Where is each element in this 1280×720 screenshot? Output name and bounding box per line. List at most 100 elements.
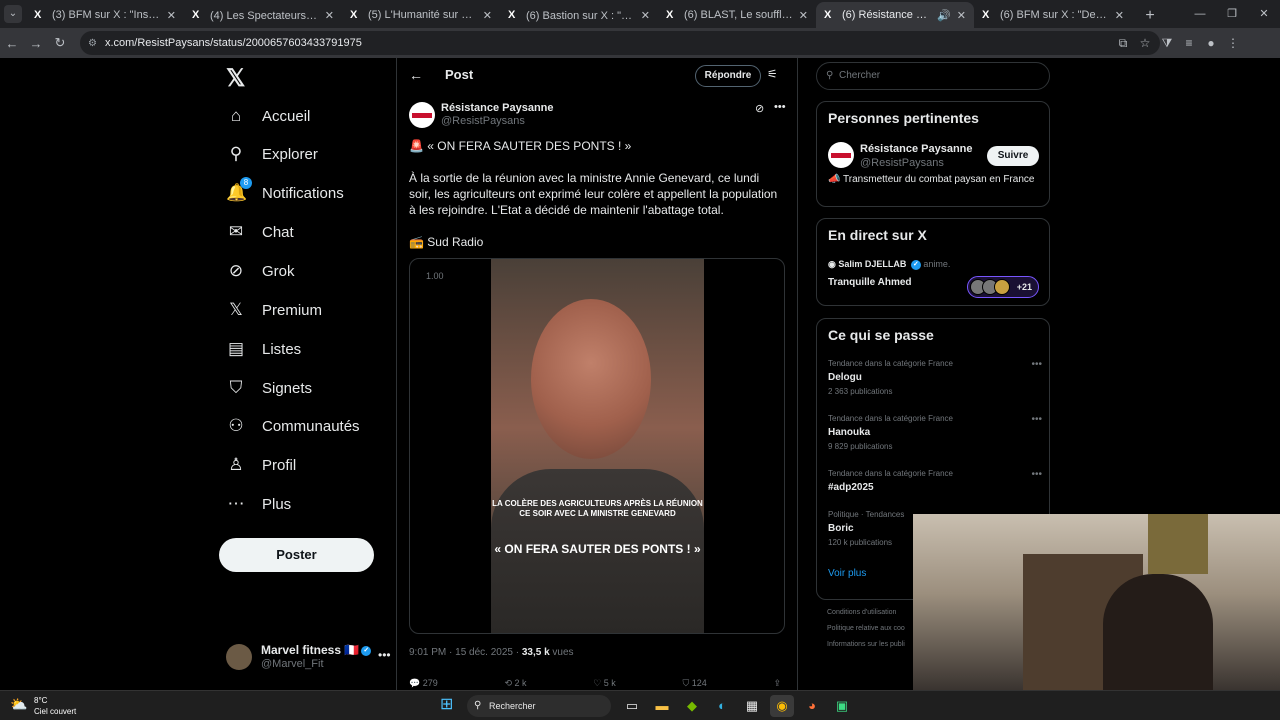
- nav-item-bookmarks[interactable]: ⛉ Signets: [226, 370, 312, 406]
- video-player[interactable]: 1.00 LA COLÈRE DES AGRICULTEURS APRÈS LA…: [409, 258, 785, 634]
- post-button[interactable]: Poster: [219, 538, 374, 572]
- restore-icon[interactable]: ❐: [1216, 0, 1248, 28]
- bookmark-star-icon[interactable]: ☆: [1134, 36, 1156, 50]
- nav-item-explore[interactable]: ⚲ Explorer: [226, 136, 318, 172]
- window-controls: — ❐ ✕: [1184, 0, 1280, 28]
- close-window-icon[interactable]: ✕: [1248, 0, 1280, 28]
- bookmark-action[interactable]: ⛉ 124: [682, 678, 706, 689]
- footer-link[interactable]: Politique relative aux coo: [827, 621, 905, 637]
- tab-title: (4) Les Spectateurs sur X : "🔴: [210, 9, 319, 22]
- trend-more-icon[interactable]: •••: [1031, 414, 1042, 425]
- reading-list-icon[interactable]: ≡: [1178, 36, 1200, 50]
- search-input[interactable]: ⚲ Chercher: [816, 62, 1050, 90]
- taskbar-search[interactable]: ⚲ Rechercher: [467, 695, 611, 717]
- trend-more-icon[interactable]: •••: [1031, 469, 1042, 480]
- browser-tab[interactable]: X (5) L'Humanité sur X : ""Parler c ✕: [342, 2, 500, 28]
- back-arrow-icon[interactable]: ←: [409, 67, 423, 83]
- avatar[interactable]: [828, 142, 854, 168]
- chrome-icon[interactable]: ◉: [770, 695, 794, 717]
- site-info-icon[interactable]: ⚙: [88, 38, 97, 49]
- firefox-icon[interactable]: ◕: [800, 695, 824, 717]
- minimize-icon[interactable]: —: [1184, 0, 1216, 28]
- nav-item-lists[interactable]: ▤ Listes: [226, 331, 301, 367]
- nav-item-home[interactable]: ⌂ Accueil: [226, 98, 311, 134]
- repost-action[interactable]: ⟲ 2 k: [504, 678, 526, 689]
- author-handle[interactable]: @ResistPaysans: [441, 115, 525, 127]
- install-icon[interactable]: ⧉: [1112, 36, 1134, 51]
- reply-button[interactable]: Répondre: [695, 65, 761, 87]
- nav-item-grok[interactable]: ⊘ Grok: [226, 253, 295, 289]
- footer-link[interactable]: Conditions d'utilisation: [827, 605, 905, 621]
- browser-tab[interactable]: X (6) Bastion sur X : "🔴 🚜 re A ✕: [500, 2, 658, 28]
- browser-tab[interactable]: X (4) Les Spectateurs sur X : "🔴 ✕: [184, 2, 342, 28]
- close-tab-icon[interactable]: ✕: [799, 9, 808, 22]
- close-tab-icon[interactable]: ✕: [325, 9, 334, 22]
- post-timestamp[interactable]: 9:01 PM · 15 déc. 2025 ·: [409, 647, 522, 658]
- video-caption-big: « ON FERA SAUTER DES PONTS ! »: [494, 542, 701, 556]
- nav-item-more[interactable]: ⋯ Plus: [226, 486, 292, 522]
- author-avatar[interactable]: [409, 102, 435, 128]
- windows-start-icon[interactable]: ⊞: [440, 696, 458, 714]
- trend-item[interactable]: Tendance dans la catégorie France #adp202…: [828, 469, 1042, 497]
- nav-item-notifications[interactable]: 🔔 8 Notifications: [226, 175, 344, 211]
- close-tab-icon[interactable]: ✕: [167, 9, 176, 22]
- forward-icon[interactable]: →: [24, 36, 48, 51]
- trend-item[interactable]: Tendance dans la catégorie France Hanouka…: [828, 414, 1042, 451]
- browser-tab[interactable]: X (6) BFM sur X : "Dermatose nod ✕: [974, 2, 1132, 28]
- task-view-icon[interactable]: ▭: [620, 695, 644, 717]
- playback-speed[interactable]: 1.00: [426, 271, 444, 281]
- reply-action[interactable]: 💬 279: [409, 678, 438, 689]
- account-more-icon[interactable]: •••: [378, 648, 391, 662]
- bookmark-icon: ⛉: [682, 678, 690, 688]
- file-explorer-icon[interactable]: ▬: [650, 695, 674, 717]
- bookmark-count: 124: [691, 678, 707, 688]
- account-switcher[interactable]: Marvel fitness 🇫🇷 ✓ @Marvel_Fit •••: [226, 638, 396, 678]
- webcam-overlay: [913, 514, 1280, 690]
- sliders-icon[interactable]: ⚟: [767, 67, 778, 81]
- share-icon: ⇪: [773, 678, 781, 688]
- taskbar-apps: ▭ ▬ ◆ ◐ ▦ ◉ ◕ ▣: [620, 695, 854, 717]
- relevant-name[interactable]: Résistance Paysanne: [860, 143, 973, 155]
- video-frame[interactable]: LA COLÈRE DES AGRICULTEURS APRÈS LA RÉUN…: [491, 259, 704, 633]
- close-tab-icon[interactable]: ✕: [483, 9, 492, 22]
- browser-tab[interactable]: X (6) BLAST, Le souffle de l'info su ✕: [658, 2, 816, 28]
- trend-more-icon[interactable]: •••: [1031, 359, 1042, 370]
- follow-button[interactable]: Suivre: [987, 146, 1039, 166]
- back-icon[interactable]: ←: [0, 36, 24, 51]
- reload-icon[interactable]: ↻: [48, 35, 72, 51]
- profile-icon[interactable]: ●: [1200, 36, 1222, 50]
- nav-label: Chat: [262, 223, 294, 241]
- like-action[interactable]: ♡ 5 k: [593, 678, 616, 689]
- nvidia-icon[interactable]: ◆: [680, 695, 704, 717]
- app-icon[interactable]: ▣: [830, 695, 854, 717]
- close-tab-icon[interactable]: ✕: [957, 9, 966, 22]
- close-tab-icon[interactable]: ✕: [641, 9, 650, 22]
- nav-item-chat[interactable]: ✉ Chat: [226, 214, 294, 250]
- chrome-menu-icon[interactable]: ⋮: [1222, 36, 1244, 50]
- nav-item-profile[interactable]: ♙ Profil: [226, 447, 296, 483]
- nav-item-communities[interactable]: ⚇ Communautés: [226, 408, 359, 444]
- post-more-icon[interactable]: •••: [774, 101, 786, 113]
- x-logo-icon[interactable]: 𝕏: [226, 64, 245, 93]
- nav-item-premium[interactable]: 𝕏 Premium: [226, 292, 322, 328]
- footer-link[interactable]: Informations sur les publi: [827, 637, 905, 653]
- weather-widget[interactable]: ⛅ 8°C Ciel couvert: [10, 694, 130, 718]
- trend-item[interactable]: Tendance dans la catégorie France Delogu 2…: [828, 359, 1042, 396]
- share-action[interactable]: ⇪: [773, 678, 781, 689]
- browser-tab[interactable]: X (3) BFM sur X : "Insécurité à Ma ✕: [26, 2, 184, 28]
- extensions-icon[interactable]: ⧩: [1156, 36, 1178, 51]
- author-name[interactable]: Résistance Paysanne: [441, 102, 554, 114]
- listeners-pill[interactable]: +21: [967, 276, 1039, 298]
- browser-tab-active[interactable]: X (6) Résistance Paysanne sur 🔊 ✕: [816, 2, 974, 28]
- new-tab-button[interactable]: +: [1138, 4, 1162, 28]
- relevant-handle[interactable]: @ResistPaysans: [860, 157, 944, 169]
- store-icon[interactable]: ▦: [740, 695, 764, 717]
- url-input[interactable]: ⚙ x.com/ResistPaysans/status/20006576034…: [80, 31, 1160, 55]
- edge-icon[interactable]: ◐: [710, 695, 734, 717]
- tab-search-button[interactable]: ⌄: [4, 5, 22, 23]
- show-more-link[interactable]: Voir plus: [828, 568, 866, 579]
- live-card[interactable]: En direct sur X ◉ Salim DJELLAB ✓ anime.…: [816, 218, 1050, 306]
- grok-icon[interactable]: ⊘: [755, 102, 764, 115]
- person-icon: ♙: [228, 455, 244, 474]
- close-tab-icon[interactable]: ✕: [1115, 9, 1124, 22]
